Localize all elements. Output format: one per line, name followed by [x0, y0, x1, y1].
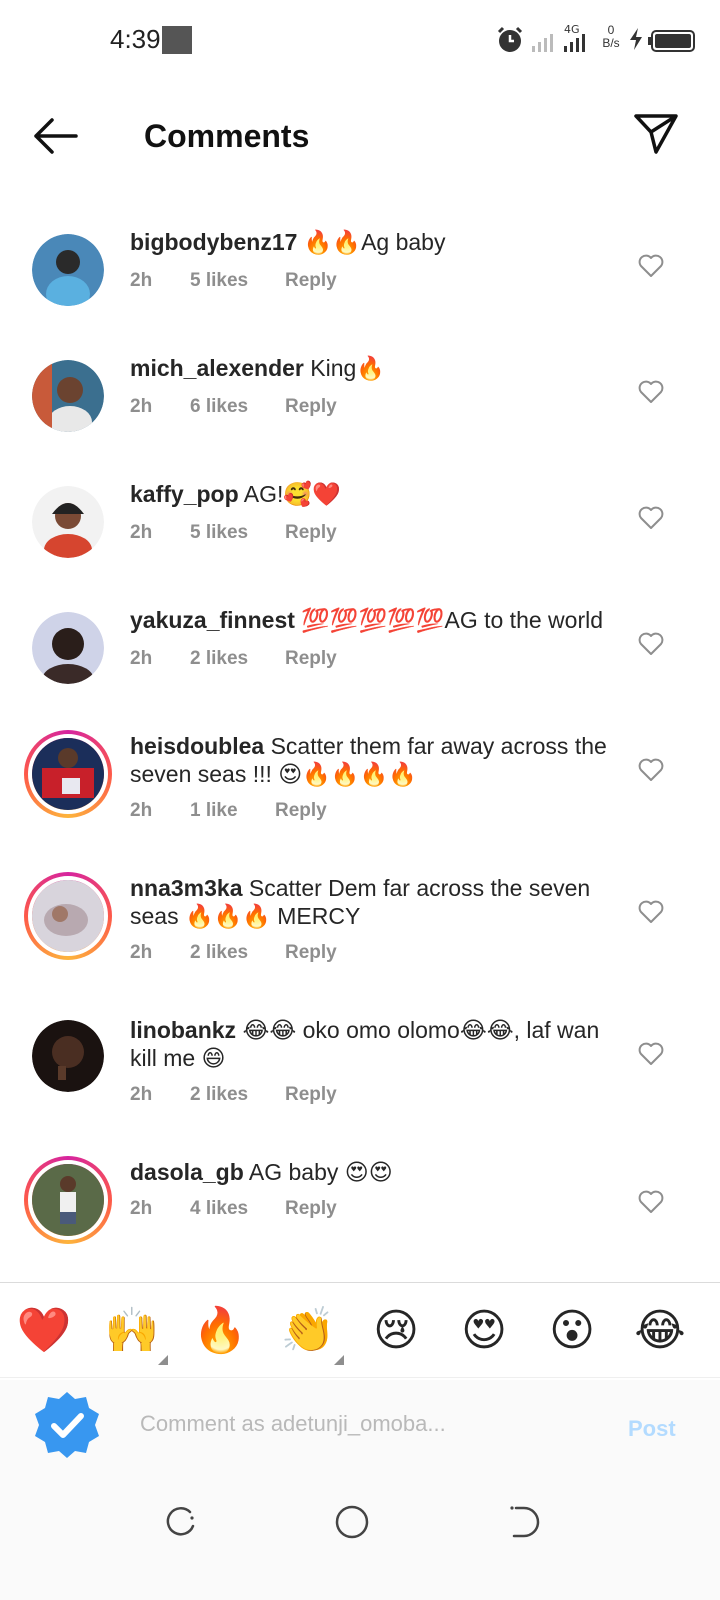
- surprised-face-icon[interactable]: 😮: [542, 1303, 602, 1359]
- reply-button[interactable]: Reply: [285, 522, 337, 544]
- comment-username[interactable]: yakuza_finnest: [130, 607, 295, 633]
- like-heart-icon[interactable]: [638, 758, 664, 782]
- battery-icon: [648, 30, 695, 52]
- comment-meta: 2h 2 likes Reply: [130, 648, 337, 670]
- comment-username[interactable]: heisdoublea: [130, 733, 264, 759]
- like-heart-icon[interactable]: [638, 632, 664, 656]
- crying-face-icon[interactable]: 😢: [366, 1303, 426, 1359]
- comment-time: 2h: [130, 942, 153, 963]
- avatar[interactable]: [32, 612, 104, 684]
- comment-username[interactable]: bigbodybenz17: [130, 229, 297, 255]
- send-icon[interactable]: [632, 110, 680, 158]
- comment-likes[interactable]: 1 like: [190, 800, 275, 822]
- comment-username[interactable]: nna3m3ka: [130, 875, 243, 901]
- signal-icon: 4G: [532, 23, 585, 52]
- comment-likes[interactable]: 5 likes: [190, 270, 285, 292]
- comment-meta: 2h 4 likes Reply: [130, 1198, 337, 1220]
- avatar-story-ring[interactable]: [24, 730, 112, 818]
- comment-likes[interactable]: 4 likes: [190, 1198, 285, 1220]
- comment-likes[interactable]: 2 likes: [190, 942, 285, 964]
- comment-meta: 2h 2 likes Reply: [130, 1084, 337, 1106]
- avatar[interactable]: [32, 486, 104, 558]
- comment-text: King🔥: [310, 355, 385, 381]
- tears-of-joy-icon[interactable]: 😂: [630, 1303, 690, 1359]
- skin-tone-indicator-icon: [158, 1355, 168, 1365]
- comment-text: 🔥🔥Ag baby: [303, 229, 446, 255]
- comment-text: 💯💯💯💯💯AG to the world: [301, 607, 604, 633]
- avatar-story-ring[interactable]: [24, 1156, 112, 1244]
- comment-meta: 2h 2 likes Reply: [130, 942, 337, 964]
- net-speed: 0 B/s: [598, 24, 624, 54]
- like-heart-icon[interactable]: [638, 254, 664, 278]
- like-heart-icon[interactable]: [638, 1190, 664, 1214]
- comment-composer: Post: [0, 1380, 720, 1480]
- comment-meta: 2h 6 likes Reply: [130, 396, 337, 418]
- net-speed-unit: B/s: [602, 36, 620, 50]
- avatar[interactable]: [32, 1020, 104, 1092]
- comment-likes[interactable]: 5 likes: [190, 522, 285, 544]
- comment-time: 2h: [130, 800, 153, 821]
- like-heart-icon[interactable]: [638, 380, 664, 404]
- comment-time: 2h: [130, 1084, 153, 1105]
- alarm-icon: [497, 26, 523, 52]
- like-heart-icon[interactable]: [638, 506, 664, 530]
- comment-likes[interactable]: 6 likes: [190, 396, 285, 418]
- comment-username[interactable]: dasola_gb: [130, 1159, 244, 1185]
- comment-input[interactable]: [140, 1404, 580, 1444]
- comment-username[interactable]: mich_alexender: [130, 355, 304, 381]
- network-type: 4G: [564, 23, 580, 36]
- comment-likes[interactable]: 2 likes: [190, 648, 285, 670]
- like-heart-icon[interactable]: [638, 900, 664, 924]
- comment-text: AG baby 😍😍: [248, 1159, 393, 1185]
- heart-eyes-icon[interactable]: 😍: [454, 1303, 514, 1359]
- recent-apps-icon[interactable]: [162, 1504, 198, 1540]
- comment-meta: 2h 1 like Reply: [130, 800, 327, 822]
- home-icon[interactable]: [334, 1504, 370, 1540]
- reply-button[interactable]: Reply: [285, 942, 337, 964]
- system-nav-bar: [0, 1480, 720, 1600]
- like-heart-icon[interactable]: [638, 1042, 664, 1066]
- notification-icon: [162, 26, 192, 54]
- comment-username[interactable]: linobankz: [130, 1017, 236, 1043]
- comment-username[interactable]: kaffy_pop: [130, 481, 239, 507]
- comment-time: 2h: [130, 1198, 153, 1219]
- back-nav-icon[interactable]: [506, 1504, 542, 1540]
- skin-tone-indicator-icon: [334, 1355, 344, 1365]
- raising-hands-icon[interactable]: 🙌: [102, 1303, 162, 1359]
- back-arrow-icon[interactable]: [30, 116, 80, 156]
- comment-time: 2h: [130, 396, 153, 417]
- comment-time: 2h: [130, 270, 153, 291]
- reply-button[interactable]: Reply: [285, 396, 337, 418]
- reply-button[interactable]: Reply: [285, 1198, 337, 1220]
- clapping-hands-icon[interactable]: 👏: [278, 1303, 338, 1359]
- reply-button[interactable]: Reply: [285, 1084, 337, 1106]
- comment-meta: 2h 5 likes Reply: [130, 522, 337, 544]
- comment-meta: 2h 5 likes Reply: [130, 270, 337, 292]
- comment-text: AG!🥰❤️: [243, 481, 341, 507]
- verified-avatar-icon: [35, 1392, 99, 1458]
- fire-icon[interactable]: 🔥: [190, 1303, 250, 1359]
- post-button[interactable]: Post: [628, 1416, 676, 1442]
- comment-time: 2h: [130, 648, 153, 669]
- avatar[interactable]: [32, 360, 104, 432]
- emoji-quick-bar: ❤️ 🙌 🔥 👏 😢 😍 😮 😂: [0, 1282, 720, 1378]
- avatar-story-ring[interactable]: [24, 872, 112, 960]
- comment-likes[interactable]: 2 likes: [190, 1084, 285, 1106]
- red-heart-icon[interactable]: ❤️: [14, 1303, 74, 1359]
- avatar[interactable]: [32, 234, 104, 306]
- reply-button[interactable]: Reply: [285, 648, 337, 670]
- status-time: 4:39: [110, 24, 161, 54]
- reply-button[interactable]: Reply: [275, 800, 327, 822]
- status-bar: 4:39 4G 0 B/s: [0, 0, 720, 80]
- page-title: Comments: [144, 118, 310, 154]
- header: Comments: [0, 90, 720, 190]
- charging-icon: [630, 28, 642, 50]
- comment-time: 2h: [130, 522, 153, 543]
- reply-button[interactable]: Reply: [285, 270, 337, 292]
